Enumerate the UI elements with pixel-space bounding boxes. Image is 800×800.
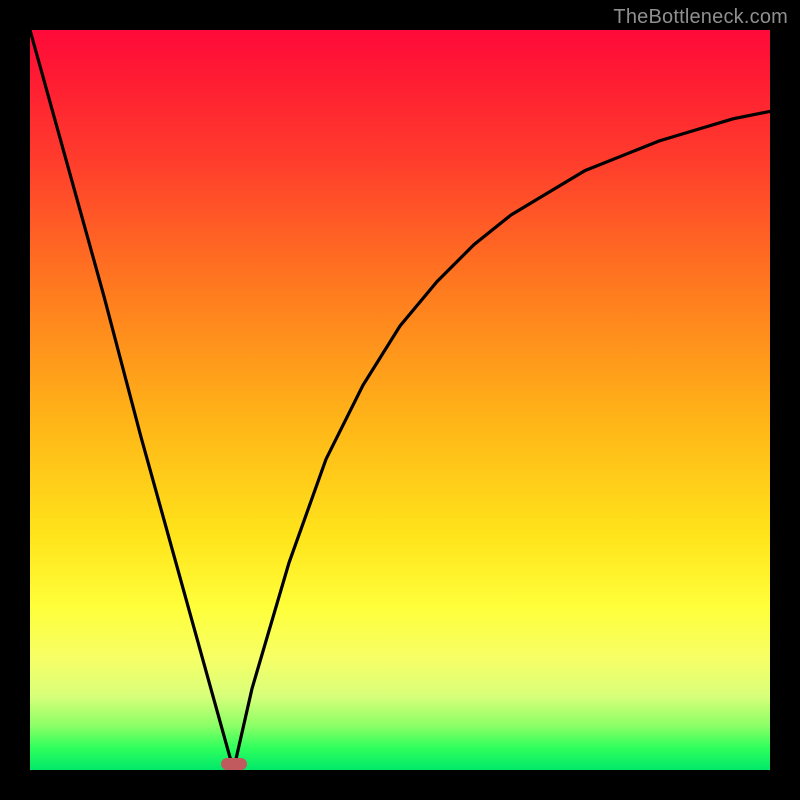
bottleneck-curve: [30, 30, 770, 770]
chart-container: TheBottleneck.com: [0, 0, 800, 800]
watermark-text: TheBottleneck.com: [613, 6, 788, 29]
plot-area: [30, 30, 770, 770]
vertex-marker: [221, 758, 247, 770]
curve-path: [30, 30, 770, 770]
